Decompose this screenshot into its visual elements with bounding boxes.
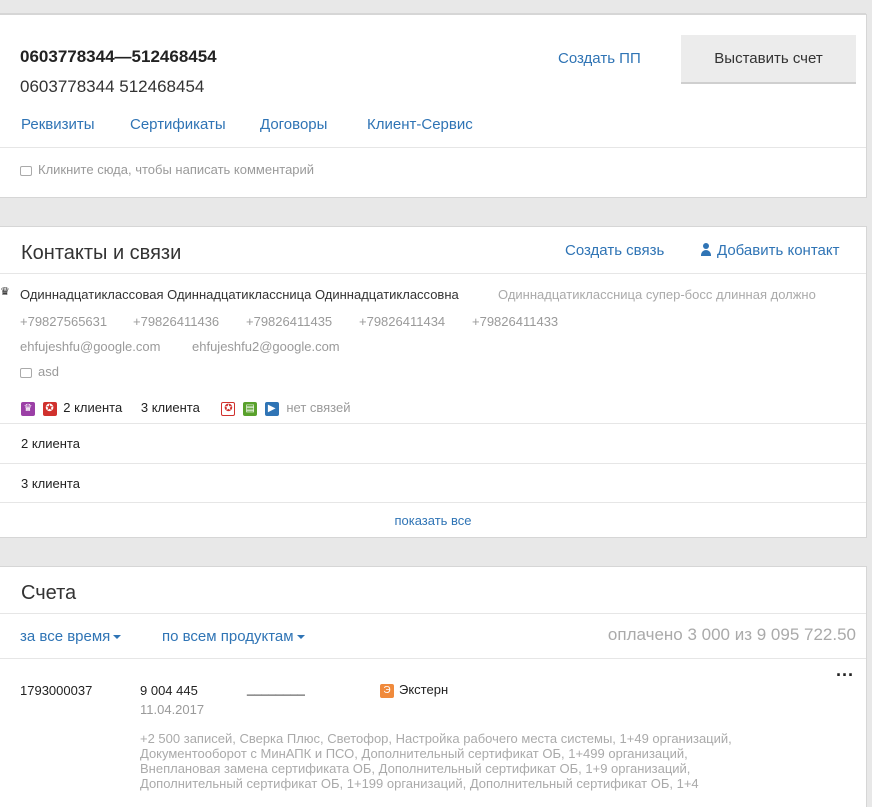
extern-icon: Э [380, 683, 394, 698]
relation-row[interactable]: 2 клиента [21, 436, 80, 451]
tab-certificates[interactable]: Сертификаты [130, 116, 226, 133]
contacts-card: Контакты и связи Создать связь Добавить … [0, 226, 867, 538]
document-icon[interactable]: ▤ [243, 401, 258, 416]
filter-product-dropdown[interactable]: по всем продуктам [162, 628, 305, 645]
contact-phone[interactable]: +79826411435 [246, 314, 332, 329]
invoices-card: Счета за все время по всем продуктам опл… [0, 566, 867, 807]
invoice-date: 11.04.2017 [140, 702, 205, 717]
filter-period-dropdown[interactable]: за все время [20, 628, 122, 645]
chevron-down-icon [113, 635, 122, 640]
divider [0, 423, 866, 424]
relations-clients-a[interactable]: 2 клиента [63, 400, 122, 415]
account-title: 0603778344—512468454 [20, 47, 217, 66]
tab-contracts[interactable]: Договоры [260, 116, 327, 133]
filter-product-label: по всем продуктам [162, 628, 294, 645]
crown-badge-icon[interactable]: ♛ [21, 401, 35, 416]
invoice-amount: 9 004 445 [140, 683, 198, 698]
relation-row[interactable]: 3 клиента [21, 476, 80, 491]
relations-clients-b[interactable]: 3 клиента [141, 400, 200, 415]
divider [0, 147, 866, 148]
issue-invoice-button[interactable]: Выставить счет [681, 35, 856, 84]
create-link-button[interactable]: Создать связь [565, 242, 664, 259]
contact-email[interactable]: ehfujeshfu@google.com [20, 339, 160, 354]
account-subtitle: 0603778344 512468454 [20, 77, 205, 96]
divider [0, 502, 866, 503]
comment-icon [20, 165, 32, 176]
contact-phone[interactable]: +79826411436 [133, 314, 219, 329]
more-options-icon[interactable]: ··· [836, 665, 854, 686]
invoice-description: +2 500 записей, Сверка Плюс, Светофор, Н… [140, 731, 732, 791]
chevron-down-icon [296, 635, 305, 640]
contact-comment[interactable]: asd [20, 364, 59, 379]
invoices-title: Счета [21, 582, 77, 604]
divider [0, 613, 866, 614]
comment-placeholder: Кликните сюда, чтобы написать комментари… [38, 162, 315, 177]
add-contact-label: Добавить контакт [717, 242, 840, 259]
truck-icon[interactable]: ▶ [264, 401, 279, 416]
crown-icon: ♛ [0, 286, 10, 298]
user-icon [700, 243, 712, 257]
create-pp-link[interactable]: Создать ПП [558, 50, 641, 67]
invoice-status: ________ [247, 681, 305, 696]
contact-position: Одиннадцатиклассница супер-босс длинная … [498, 287, 816, 302]
tab-client-service[interactable]: Клиент-Сервис [367, 116, 473, 133]
contact-phone[interactable]: +79826411433 [472, 314, 558, 329]
invoice-description-line: Внеплановая замена сертификата ОБ, Допол… [140, 761, 691, 776]
paid-summary: оплачено 3 000 из 9 095 722.50 [607, 625, 856, 644]
divider [0, 273, 866, 274]
top-strip [0, 0, 866, 14]
filter-period-label: за все время [20, 628, 111, 645]
award-badge-icon[interactable]: ✪ [42, 401, 57, 416]
invoice-product: Э Экстерн [380, 682, 448, 698]
contact-phone[interactable]: +79827565631 [20, 314, 107, 329]
invoice-number[interactable]: 1793000037 [20, 683, 92, 698]
invoice-description-line: +2 500 записей, Сверка Плюс, Светофор, Н… [140, 731, 732, 746]
invoice-row[interactable]: 1793000037 9 004 445 11.04.2017 ________… [0, 659, 866, 807]
award-icon[interactable]: ✪ [221, 401, 236, 416]
contacts-title: Контакты и связи [21, 242, 182, 264]
account-header-card: 0603778344—512468454 0603778344 51246845… [0, 14, 867, 198]
relations-row: ♛ ✪ 2 клиента 3 клиента ✪ ▤ ▶ нет связей [21, 400, 351, 416]
contact-email[interactable]: ehfujeshfu2@google.com [192, 339, 340, 354]
add-contact-button[interactable]: Добавить контакт [700, 242, 839, 259]
invoice-description-line: Документооборот с МинАПК и ПСО, Дополнит… [140, 746, 688, 761]
comment-input[interactable]: Кликните сюда, чтобы написать комментари… [20, 162, 314, 177]
invoice-description-line: Дополнительный сертификат ОБ, 1+199 орга… [140, 776, 699, 791]
contact-phone[interactable]: +79826411434 [359, 314, 445, 329]
comment-icon [20, 367, 32, 378]
contact-name[interactable]: Одиннадцатиклассовая Одиннадцатиклассниц… [20, 287, 459, 302]
divider [0, 463, 866, 464]
show-all-link[interactable]: показать все [0, 513, 866, 528]
invoice-product-label: Экстерн [399, 682, 449, 697]
no-links-label: нет связей [286, 400, 351, 415]
tab-requisites[interactable]: Реквизиты [21, 116, 95, 133]
contact-comment-text: asd [38, 364, 59, 379]
